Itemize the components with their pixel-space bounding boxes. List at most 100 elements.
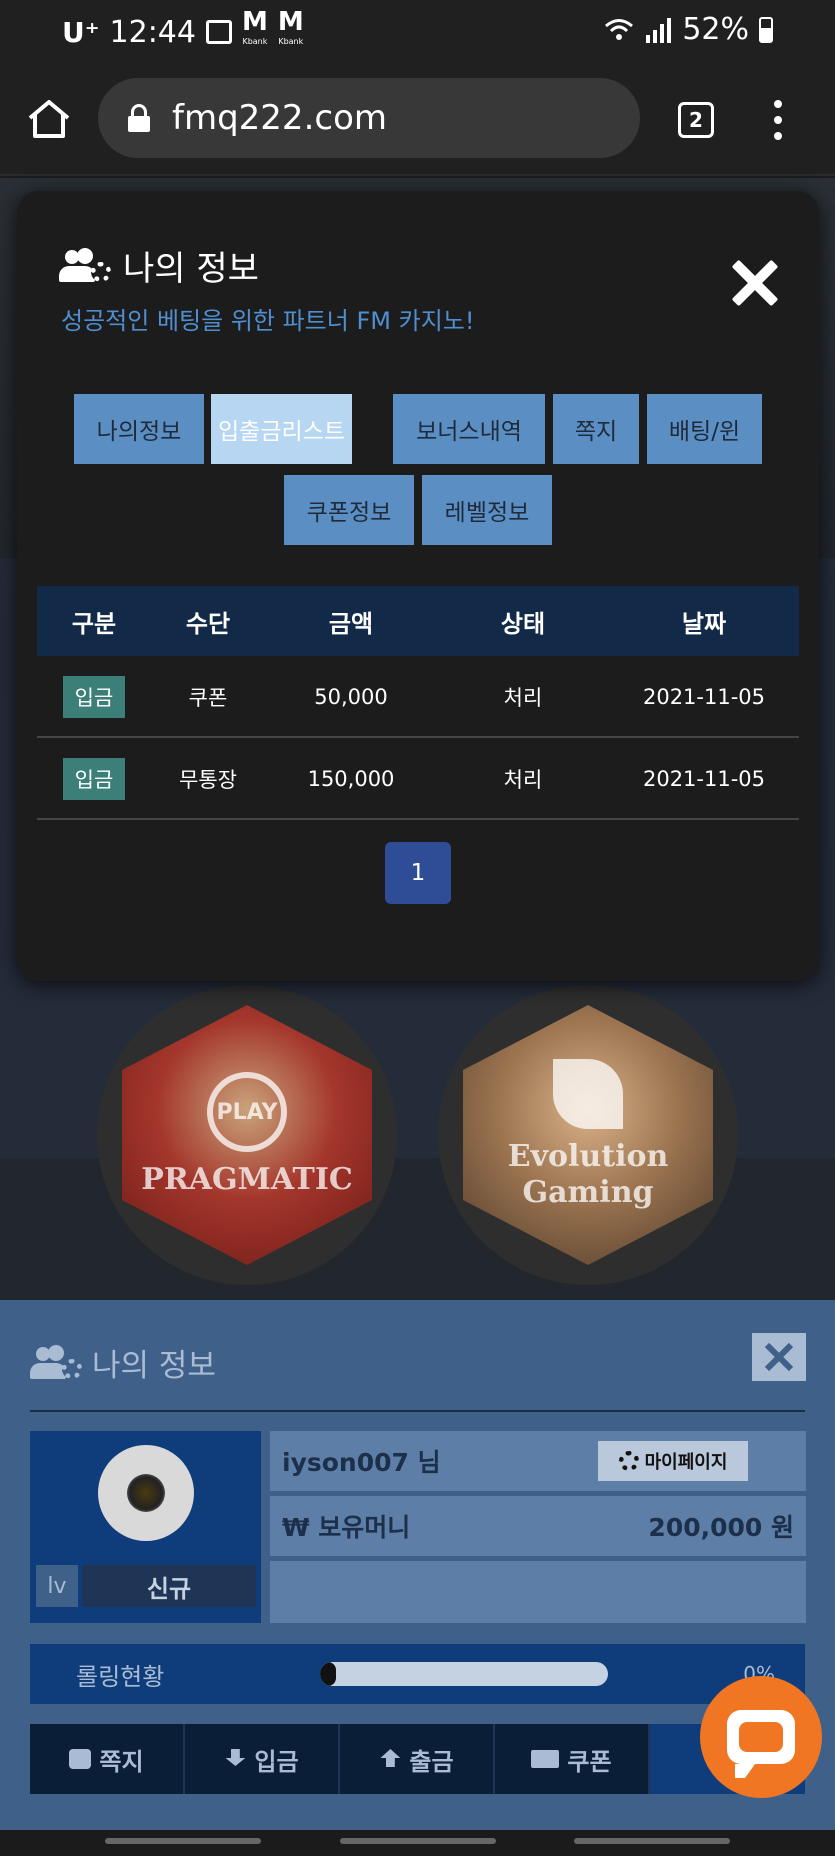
rolling-progress-track (320, 1662, 608, 1686)
gallery-icon (205, 20, 232, 44)
provider-evolution[interactable]: Evolution Gaming (438, 985, 738, 1285)
table-row: 입금 무통장 150,000 처리 2021-11-05 (37, 740, 799, 820)
gesture-handle (574, 1838, 730, 1844)
modal-title-text: 나의 정보 (123, 249, 259, 289)
deposit-badge: 입금 (62, 758, 126, 800)
nav-withdraw[interactable]: 출금 (340, 1724, 495, 1794)
divider (30, 1410, 805, 1412)
nav-messages-label: 쪽지 (99, 1747, 144, 1776)
profile-box: lv 신규 (30, 1431, 261, 1623)
clock: 12:44 (109, 14, 196, 50)
users-cog-icon (59, 247, 113, 284)
gesture-handle (340, 1838, 496, 1844)
header-method: 수단 (185, 609, 231, 638)
username-row: iyson007 님 마이페이지 (270, 1431, 806, 1491)
chat-bubble-icon (727, 1710, 795, 1778)
row-date: 2021-11-05 (642, 685, 766, 709)
row-date: 2021-11-05 (642, 767, 766, 791)
nav-withdraw-label: 출금 (409, 1747, 454, 1776)
provider-evolution-name: Evolution Gaming (507, 1139, 669, 1210)
play-logo: PLAY (207, 1072, 287, 1152)
empty-row (270, 1561, 806, 1623)
panel-close-icon[interactable] (752, 1333, 806, 1381)
kbank-label-2: Kbank (278, 37, 304, 46)
more-menu-icon[interactable] (770, 100, 786, 140)
panel-nav: 쪽지 입금 출금 쿠폰 로 (30, 1724, 805, 1794)
tab-coupon-info[interactable]: 쿠폰정보 (284, 475, 414, 545)
signal-icon (646, 17, 672, 43)
row-type: 입금 (37, 658, 151, 736)
tab-messages[interactable]: 쪽지 (553, 394, 639, 464)
deposit-badge: 입금 (62, 676, 126, 718)
home-icon[interactable] (26, 98, 72, 140)
header-date: 날짜 (681, 609, 727, 638)
users-cog-icon (30, 1344, 84, 1381)
status-bar: U⁺ 12:44 M Kbank M Kbank 52% (0, 0, 835, 60)
provider-pragmatic-name: PRAGMATIC (141, 1162, 353, 1197)
nav-coupon[interactable]: 쿠폰 (495, 1724, 650, 1794)
gear-icon (618, 1451, 639, 1471)
table-row: 입금 쿠폰 50,000 처리 2021-11-05 (37, 658, 799, 738)
tab-bonus-history[interactable]: 보너스내역 (393, 394, 545, 464)
status-right: 52% (604, 12, 773, 47)
wifi-icon (605, 18, 634, 40)
money-value: 200,000 원 (648, 1513, 794, 1542)
row-type: 입금 (37, 740, 151, 818)
row-method: 쿠폰 (188, 686, 228, 710)
address-bar[interactable]: fmq222.com (98, 78, 640, 158)
pagination-page-1[interactable]: 1 (385, 842, 451, 904)
provider-pragmatic-image: PLAY PRAGMATIC (122, 1005, 372, 1265)
status-left: U⁺ 12:44 M Kbank M Kbank (62, 9, 304, 52)
kbank-label: Kbank (242, 37, 268, 46)
tab-switcher-button[interactable]: 2 (678, 102, 714, 138)
rolling-status: 롤링현황 0% (30, 1644, 805, 1704)
upload-icon (380, 1749, 401, 1767)
mypage-label: 마이페이지 (644, 1452, 728, 1473)
kbank-icon: M Kbank (242, 9, 268, 52)
avatar (98, 1445, 194, 1541)
mypage-button[interactable]: 마이페이지 (598, 1441, 748, 1481)
live-chat-button[interactable] (700, 1676, 822, 1798)
row-amount: 150,000 (307, 767, 395, 791)
nav-coupon-label: 쿠폰 (567, 1747, 612, 1776)
panel-title: 나의 정보 (30, 1340, 216, 1385)
header-amount: 금액 (328, 609, 374, 638)
my-info-modal: 나의 정보 성공적인 베팅을 위한 파트너 FM 카지노! 나의정보 입출금리스… (17, 191, 819, 981)
gesture-handle (105, 1838, 261, 1844)
evolution-logo-icon (553, 1059, 623, 1129)
panel-title-text: 나의 정보 (92, 1348, 216, 1384)
tab-level-info[interactable]: 레벨정보 (422, 475, 552, 545)
money-icon (531, 1750, 560, 1768)
nav-deposit[interactable]: 입금 (185, 1724, 340, 1794)
money-label: ₩ 보유머니 (282, 1513, 411, 1542)
provider-pragmatic[interactable]: PLAY PRAGMATIC (97, 985, 397, 1285)
level-label: lv (36, 1565, 78, 1607)
header-status: 상태 (500, 609, 546, 638)
tab-transaction-list[interactable]: 입출금리스트 (211, 394, 352, 464)
tab-my-info[interactable]: 나의정보 (74, 394, 204, 464)
rolling-progress-fill (320, 1662, 336, 1686)
lock-icon (128, 104, 150, 132)
username: iyson007 님 (282, 1448, 441, 1477)
modal-title: 나의 정보 (59, 241, 259, 290)
provider-evolution-image: Evolution Gaming (463, 1005, 713, 1265)
level-name: 신규 (82, 1565, 256, 1607)
navigation-gesture-bar (0, 1830, 835, 1856)
battery-icon (759, 16, 773, 43)
carrier-label: U⁺ (62, 15, 100, 49)
nav-deposit-label: 입금 (254, 1747, 299, 1776)
kbank-icon-2: M Kbank (278, 9, 304, 52)
modal-subtitle: 성공적인 베팅을 위한 파트너 FM 카지노! (61, 307, 475, 335)
url-text: fmq222.com (172, 98, 387, 138)
browser-toolbar: fmq222.com 2 (0, 60, 835, 176)
row-status: 처리 (503, 768, 543, 792)
rolling-label: 롤링현황 (76, 1662, 165, 1691)
row-amount: 50,000 (314, 685, 388, 709)
nav-messages[interactable]: 쪽지 (30, 1724, 185, 1794)
chat-icon (69, 1749, 92, 1769)
tab-betting-win[interactable]: 배팅/윈 (647, 394, 762, 464)
header-type: 구분 (71, 609, 117, 638)
close-icon[interactable] (730, 259, 778, 307)
money-row: ₩ 보유머니 200,000 원 (270, 1496, 806, 1556)
download-icon (225, 1749, 246, 1766)
